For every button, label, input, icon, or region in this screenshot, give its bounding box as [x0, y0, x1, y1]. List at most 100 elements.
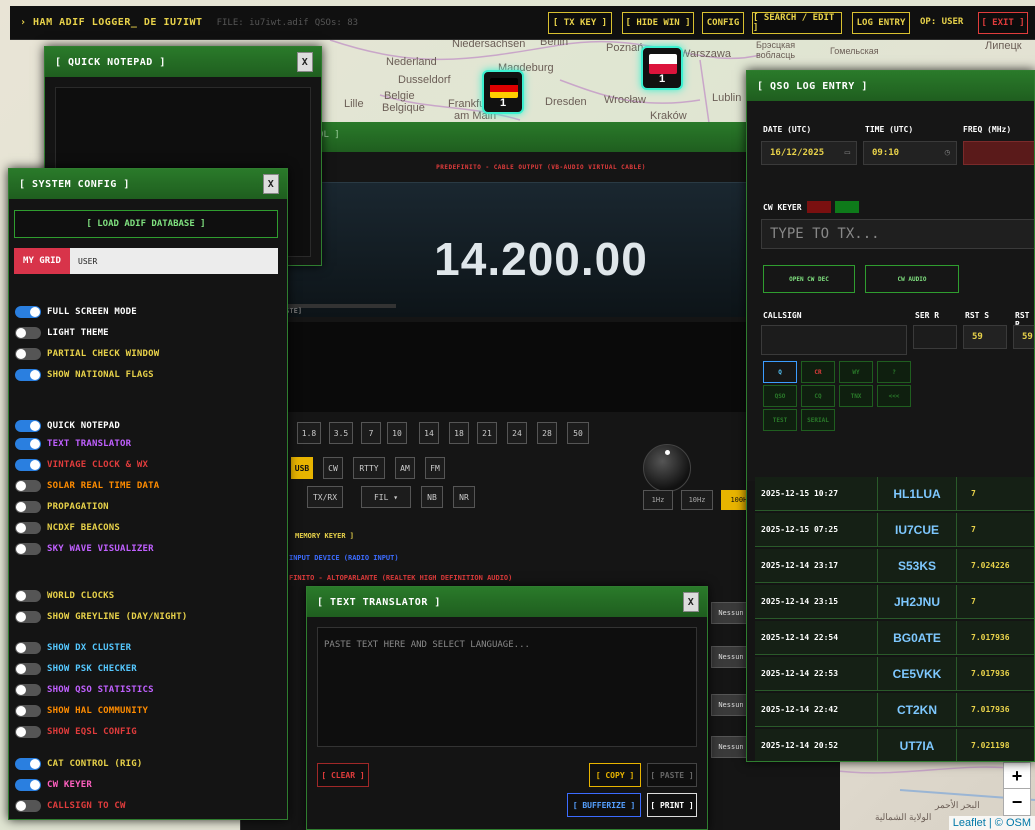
toggle-switch[interactable] — [15, 348, 41, 360]
config-toggle-row[interactable]: FULL SCREEN MODE — [15, 305, 137, 319]
toggle-switch[interactable] — [15, 726, 41, 738]
toggle-switch[interactable] — [15, 800, 41, 812]
toggle-switch[interactable] — [15, 758, 41, 770]
clock-icon[interactable]: ◷ — [945, 148, 950, 158]
config-toggle-row[interactable]: SKY WAVE VISUALIZER — [15, 542, 154, 556]
toggle-switch[interactable] — [15, 306, 41, 318]
mode-button-am[interactable]: AM — [395, 457, 415, 479]
table-row[interactable]: 2025-12-14 23:15 JH2JNU 7 — [755, 584, 1034, 619]
map-attribution[interactable]: Leaflet | © OSM — [948, 816, 1035, 830]
flag-marker-poland[interactable]: 1 — [641, 46, 683, 90]
toggle-switch[interactable] — [15, 684, 41, 696]
log-entry-button[interactable]: LOG ENTRY — [852, 12, 910, 34]
table-row[interactable]: 2025-12-15 10:27 HL1LUA 7 — [755, 476, 1034, 511]
cw-audio-button[interactable]: CW AUDIO — [865, 265, 959, 293]
mode-button-rtty[interactable]: RTTY — [353, 457, 385, 479]
macro-button[interactable]: CR — [801, 361, 835, 383]
config-toggle-row[interactable]: SOLAR REAL TIME DATA — [15, 479, 159, 493]
band-button[interactable]: 7 — [361, 422, 381, 444]
table-row[interactable]: 2025-12-14 23:17 S53KS 7.024226 — [755, 548, 1034, 583]
zoom-out-button[interactable]: − — [1003, 788, 1031, 816]
macro-button[interactable]: SERIAL — [801, 409, 835, 431]
config-toggle-row[interactable]: PROPAGATION — [15, 500, 109, 514]
macro-button[interactable]: QSO — [763, 385, 797, 407]
step-button[interactable]: 1Hz — [643, 490, 673, 510]
cw-tx-input[interactable]: TYPE TO TX... — [761, 219, 1034, 249]
table-row[interactable]: 2025-12-14 20:52 UT7IA 7.021198 — [755, 728, 1034, 761]
toggle-switch[interactable] — [15, 663, 41, 675]
mode-button-usb[interactable]: USB — [291, 457, 313, 479]
noise-reduction-button[interactable]: NR — [453, 486, 475, 508]
band-button[interactable]: 24 — [507, 422, 527, 444]
config-toggle-row[interactable]: WORLD CLOCKS — [15, 589, 114, 603]
callsign-input[interactable] — [761, 325, 907, 355]
toggle-switch[interactable] — [15, 369, 41, 381]
config-toggle-row[interactable]: LIGHT THEME — [15, 326, 109, 340]
my-grid-input[interactable]: USER — [70, 248, 278, 274]
config-toggle-row[interactable]: CW KEYER — [15, 778, 92, 792]
cw-keyer-go-indicator[interactable] — [835, 201, 859, 213]
open-cw-dec-button[interactable]: OPEN CW DEC — [763, 265, 855, 293]
zoom-in-button[interactable]: + — [1003, 762, 1031, 790]
tx-rx-button[interactable]: TX/RX — [307, 486, 343, 508]
toggle-switch[interactable] — [15, 459, 41, 471]
toggle-switch[interactable] — [15, 480, 41, 492]
toggle-switch[interactable] — [15, 420, 41, 432]
filter-select[interactable]: FIL ▾ — [361, 486, 411, 508]
toggle-switch[interactable] — [15, 501, 41, 513]
macro-button[interactable]: WY — [839, 361, 873, 383]
date-input[interactable]: 16/12/2025 ▭ — [761, 141, 857, 165]
config-toggle-row[interactable]: SHOW GREYLINE (DAY/NIGHT) — [15, 610, 187, 624]
toggle-switch[interactable] — [15, 779, 41, 791]
print-button[interactable]: [ PRINT ] — [647, 793, 697, 817]
toggle-switch[interactable] — [15, 543, 41, 555]
macro-button[interactable]: <<< — [877, 385, 911, 407]
band-button[interactable]: 50 — [567, 422, 589, 444]
mode-button-fm[interactable]: FM — [425, 457, 445, 479]
band-button[interactable]: 3.5 — [329, 422, 353, 444]
ser-r-input[interactable] — [913, 325, 957, 349]
device-select[interactable]: Nessun — [711, 602, 751, 624]
macro-button[interactable]: TEST — [763, 409, 797, 431]
macro-button[interactable]: CQ — [801, 385, 835, 407]
toggle-switch[interactable] — [15, 438, 41, 450]
config-toggle-row[interactable]: SHOW EQSL CONFIG — [15, 725, 137, 739]
macro-button[interactable]: TNX — [839, 385, 873, 407]
band-button[interactable]: 1.8 — [297, 422, 321, 444]
noise-blanker-button[interactable]: NB — [421, 486, 443, 508]
config-toggle-row[interactable]: VINTAGE CLOCK & WX — [15, 458, 148, 472]
bufferize-button[interactable]: [ BUFFERIZE ] — [567, 793, 641, 817]
copy-button[interactable]: [ COPY ] — [589, 763, 641, 787]
band-button[interactable]: 28 — [537, 422, 557, 444]
device-select[interactable]: Nessun — [711, 646, 751, 668]
toggle-switch[interactable] — [15, 642, 41, 654]
device-select[interactable]: Nessun — [711, 736, 751, 758]
table-row[interactable]: 2025-12-14 22:42 CT2KN 7.017936 — [755, 692, 1034, 727]
clear-button[interactable]: [ CLEAR ] — [317, 763, 369, 787]
time-input[interactable]: 09:10 ◷ — [863, 141, 957, 165]
translator-close-button[interactable]: X — [683, 592, 699, 612]
config-toggle-row[interactable]: SHOW DX CLUSTER — [15, 641, 131, 655]
toggle-switch[interactable] — [15, 705, 41, 717]
table-row[interactable]: 2025-12-14 22:54 BG0ATE 7.017936 — [755, 620, 1034, 655]
exit-button[interactable]: [ EXIT ] — [978, 12, 1028, 34]
band-button[interactable]: 10 — [387, 422, 407, 444]
config-toggle-row[interactable]: CALLSIGN TO CW — [15, 799, 126, 813]
band-button[interactable]: 18 — [449, 422, 469, 444]
toggle-switch[interactable] — [15, 327, 41, 339]
device-select[interactable]: Nessun — [711, 694, 751, 716]
translator-titlebar[interactable]: [ TEXT TRANSLATOR ] X — [307, 587, 707, 617]
search-edit-button[interactable]: [ SEARCH / EDIT ] — [752, 12, 842, 34]
cw-keyer-stop-indicator[interactable] — [807, 201, 831, 213]
step-button[interactable]: 10Hz — [681, 490, 713, 510]
toggle-switch[interactable] — [15, 522, 41, 534]
qsolog-titlebar[interactable]: [ QSO LOG ENTRY ] — [747, 71, 1034, 101]
table-row[interactable]: 2025-12-15 07:25 IU7CUE 7 — [755, 512, 1034, 547]
mode-button-cw[interactable]: CW — [323, 457, 343, 479]
config-toggle-row[interactable]: TEXT TRANSLATOR — [15, 437, 131, 451]
config-button[interactable]: CONFIG — [702, 12, 744, 34]
config-toggle-row[interactable]: PARTIAL CHECK WINDOW — [15, 347, 159, 361]
calendar-icon[interactable]: ▭ — [845, 148, 850, 158]
band-button[interactable]: 21 — [477, 422, 497, 444]
tuning-knob[interactable] — [643, 444, 691, 492]
